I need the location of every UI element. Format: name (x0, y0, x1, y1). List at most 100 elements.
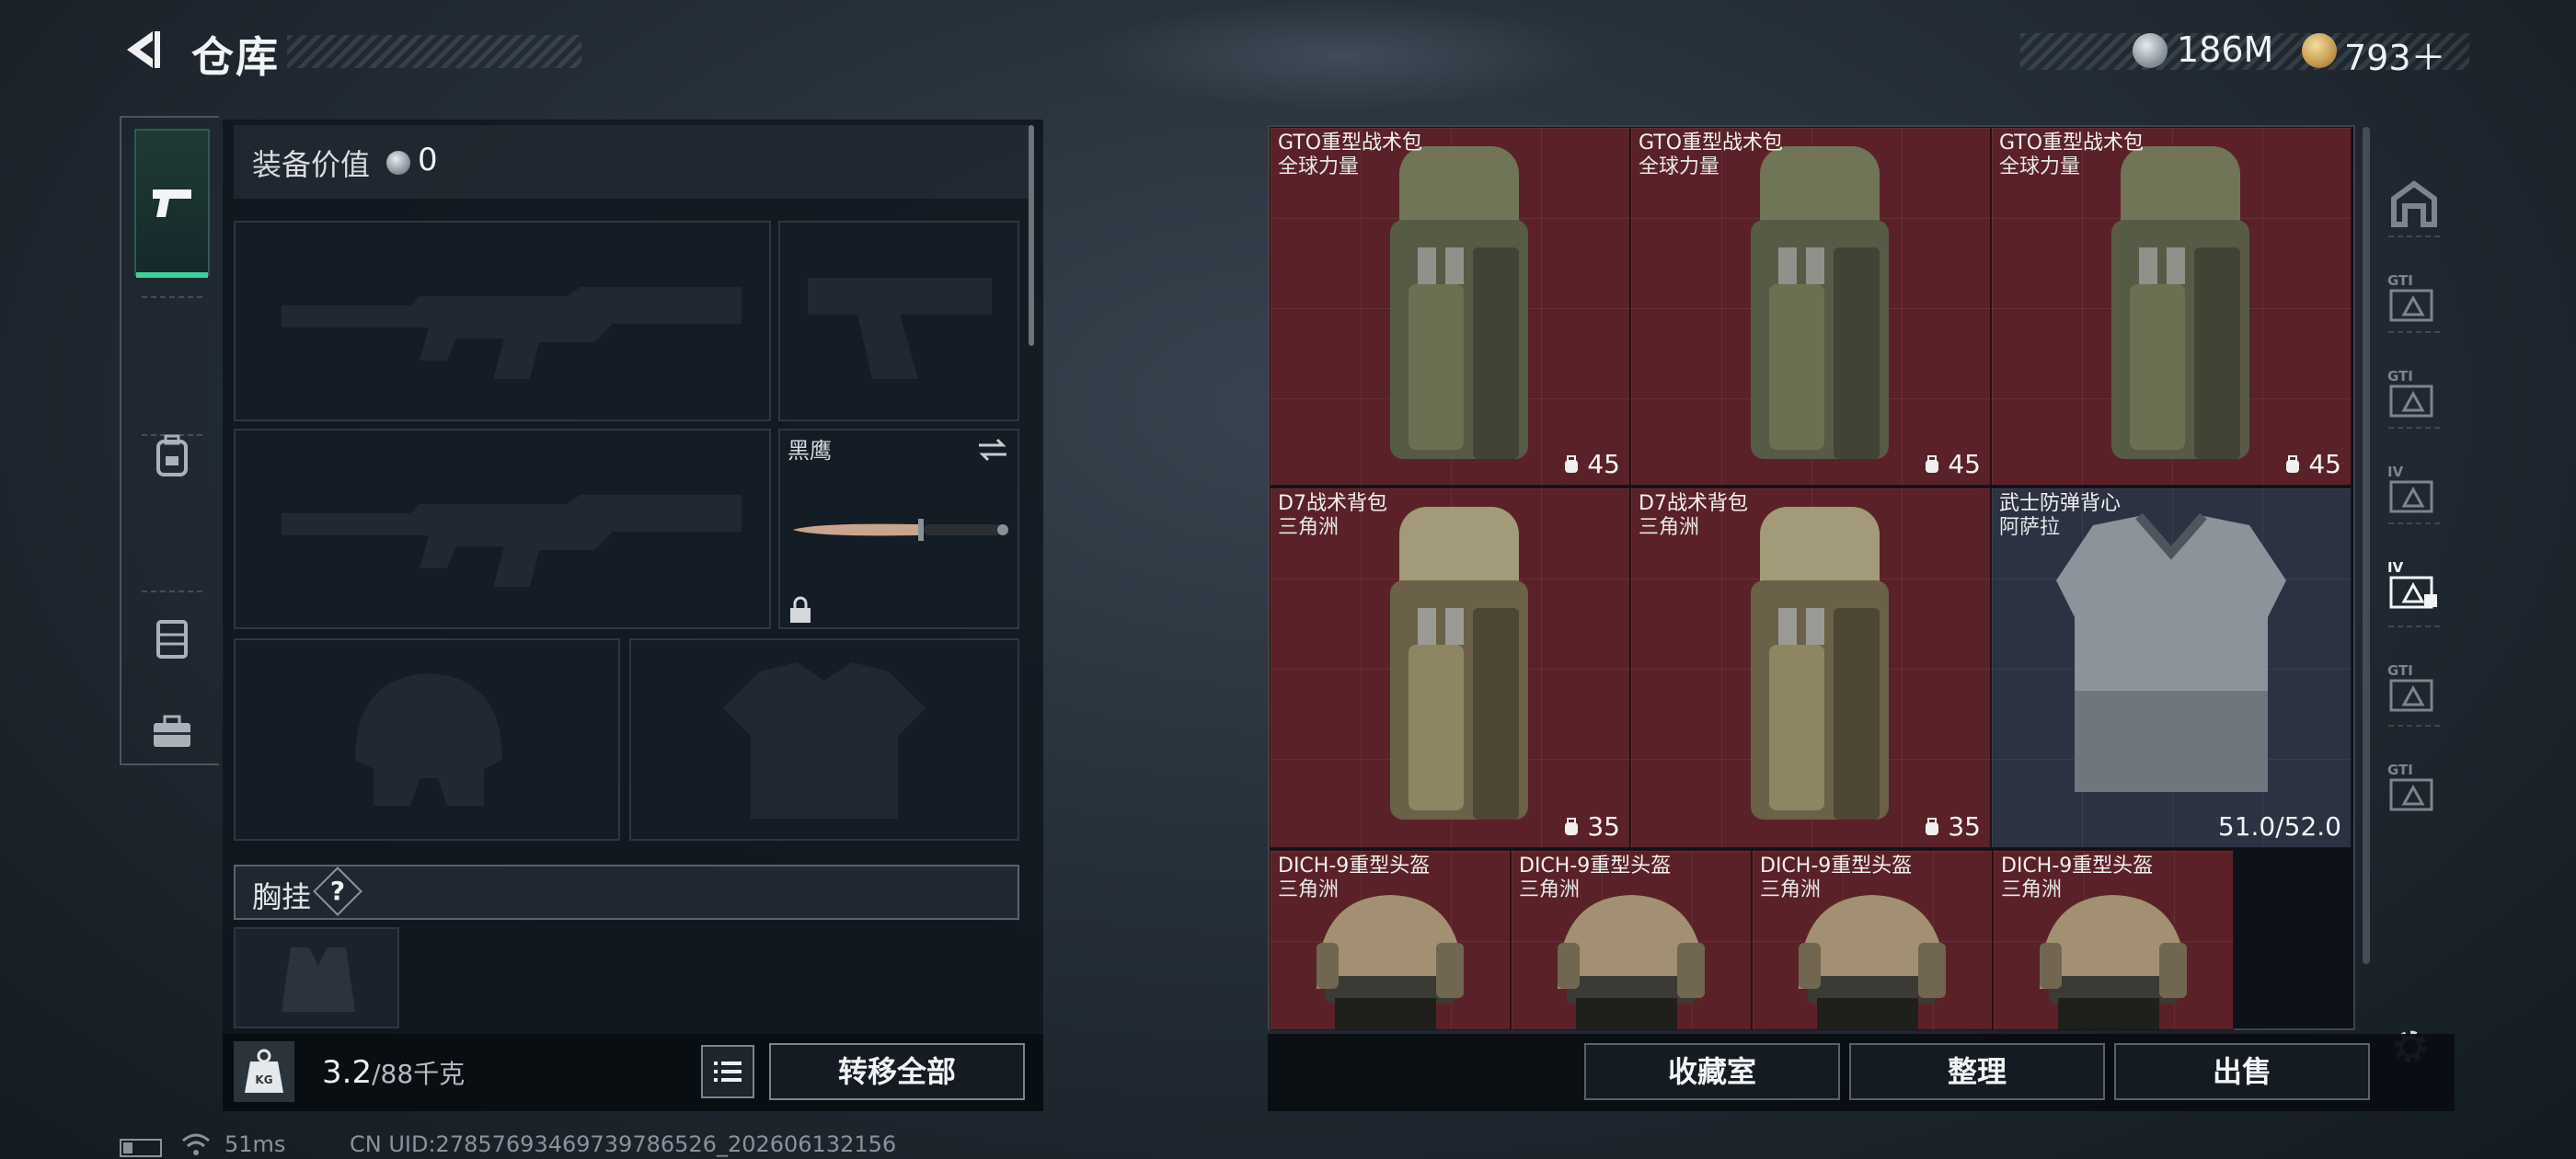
user-id: CN UID:27857693469739786526_202606132156 (350, 1131, 897, 1157)
back-arrow-icon[interactable] (118, 26, 166, 74)
capacity-value: 45 (2308, 449, 2341, 479)
storage-item[interactable]: DICH-9重型头盔 三角洲 (1752, 850, 1993, 1030)
gold-currency-value[interactable]: 793＋ (2344, 29, 2446, 80)
list-icon (714, 1061, 742, 1082)
item-name: GTO重型战术包 (1999, 132, 2145, 155)
filter-4[interactable]: IV (2379, 434, 2449, 545)
silver-currency-value[interactable]: 186M (2177, 29, 2273, 70)
item-brand: 三角洲 (1639, 516, 1700, 539)
capacity-icon (1565, 454, 1579, 473)
sidearm-slot[interactable] (778, 221, 1019, 421)
all-items-icon (2391, 180, 2437, 227)
loadout-scrollbar[interactable] (1029, 125, 1034, 346)
filter-divider (2388, 235, 2440, 237)
item-brand: 三角洲 (1278, 516, 1340, 539)
capacity-value: 45 (1587, 449, 1620, 479)
filter-3[interactable]: GTI (2379, 339, 2449, 449)
filter-tier-label: GTI (2387, 272, 2413, 289)
tab-divider (142, 296, 202, 298)
silver-coin-icon (2133, 33, 2168, 68)
storage-scrollbar[interactable] (2363, 127, 2370, 964)
item-brand: 全球力量 (1639, 155, 1720, 178)
organize-button[interactable]: 整理 (1849, 1043, 2105, 1100)
storage-item[interactable]: D7战术背包 三角洲 35 (1630, 488, 1991, 848)
filter-tier-label: IV (2387, 464, 2404, 480)
filter-7[interactable]: GTI (2379, 732, 2449, 843)
item-name: 武士防弹背心 (1999, 492, 2122, 515)
tab-case[interactable] (134, 686, 210, 778)
item-name: D7战术背包 (1278, 492, 1387, 515)
secondary-weapon-slot[interactable] (234, 429, 771, 629)
weight-max: /88千克 (372, 1059, 466, 1089)
storage-item[interactable]: D7战术背包 三角洲 35 (1270, 488, 1630, 848)
transfer-all-button[interactable]: 转移全部 (769, 1043, 1025, 1100)
storage-item[interactable]: DICH-9重型头盔 三角洲 (1270, 850, 1511, 1030)
collection-room-button[interactable]: 收藏室 (1584, 1043, 1840, 1100)
storage-item[interactable]: 武士防弹背心 阿萨拉 51.0/52.0 (1991, 488, 2352, 848)
capacity-icon (2286, 454, 2300, 473)
weight-icon: KG (234, 1041, 294, 1102)
gold-coin-icon (2302, 33, 2337, 68)
item-brand: 全球力量 (1278, 155, 1360, 178)
item-meta: 35 (1922, 811, 1981, 842)
list-view-button[interactable] (701, 1045, 754, 1098)
item-brand: 三角洲 (1519, 878, 1581, 901)
kg-weight-icon: KG (245, 1049, 283, 1093)
filter-tier-label: GTI (2387, 762, 2413, 778)
filter-tier-label: GTI (2387, 662, 2413, 679)
item-name: GTO重型战术包 (1278, 132, 1423, 155)
lock-icon (790, 596, 811, 623)
tab-divider (142, 591, 202, 592)
item-name: DICH-9重型头盔 (1519, 855, 1672, 878)
backpack-image (1390, 146, 1528, 459)
rig-tier-icon: GTI (2387, 272, 2433, 322)
armor-tier-active-icon: IV (2387, 559, 2437, 609)
helmet-image (1799, 895, 1946, 1029)
tab-chest-rig[interactable] (134, 583, 210, 694)
swap-icon[interactable] (975, 436, 1010, 464)
tab-backpack[interactable] (134, 401, 210, 511)
filter-6[interactable]: GTI (2379, 633, 2449, 743)
primary-weapon-slot[interactable] (234, 221, 771, 421)
body-armor-slot[interactable] (629, 638, 1019, 841)
help-icon[interactable]: ? (320, 874, 355, 909)
filter-2[interactable]: GTI (2379, 243, 2449, 353)
storage-item[interactable]: GTO重型战术包 全球力量 45 (1630, 127, 1991, 486)
item-meta: 35 (1561, 811, 1620, 842)
storage-item[interactable]: DICH-9重型头盔 三角洲 (1511, 850, 1752, 1030)
backpack-icon (156, 434, 188, 476)
storage-item[interactable]: GTO重型战术包 全球力量 45 (1991, 127, 2352, 486)
tab-weapons[interactable] (134, 129, 210, 278)
item-brand: 全球力量 (1999, 155, 2081, 178)
filter-tier-label: GTI (2387, 368, 2413, 384)
item-name: DICH-9重型头盔 (2001, 855, 2154, 878)
weight-icon-label: KG (255, 1073, 272, 1086)
backpack-image (1751, 146, 1889, 459)
weight-current: 3.2 (322, 1054, 373, 1091)
item-name: GTO重型战术包 (1639, 132, 1784, 155)
chest-rig-slot[interactable] (234, 927, 399, 1028)
rifle-silhouette-icon (282, 287, 742, 379)
storage-item[interactable]: DICH-9重型头盔 三角洲 (1993, 850, 2234, 1030)
helmet-slot[interactable] (234, 638, 620, 841)
pistol-icon (153, 189, 191, 217)
filter-divider (2388, 522, 2440, 524)
rig-tier-icon: GTI (2387, 662, 2433, 712)
filter-5[interactable]: IV (2379, 530, 2449, 640)
sell-button[interactable]: 出售 (2114, 1043, 2370, 1100)
filter-divider (2388, 427, 2440, 429)
capacity-icon (1926, 454, 1939, 473)
filter-tier-label: IV (2387, 559, 2404, 576)
armor-tier-icon: IV (2387, 464, 2433, 513)
page-title: 仓库 (191, 32, 280, 82)
storage-item[interactable]: GTO重型战术包 全球力量 45 (1270, 127, 1630, 486)
melee-name: 黑鹰 (788, 438, 832, 464)
briefcase-icon (154, 715, 190, 747)
tab-divider (142, 434, 202, 436)
item-meta: 51.0/52.0 (2218, 811, 2341, 842)
wifi-icon (182, 1133, 210, 1155)
weight-readout: 3.2/88千克 (322, 1054, 465, 1091)
body-armor-image (2056, 512, 2286, 792)
item-brand: 三角洲 (1278, 878, 1340, 901)
item-brand: 三角洲 (1760, 878, 1822, 901)
